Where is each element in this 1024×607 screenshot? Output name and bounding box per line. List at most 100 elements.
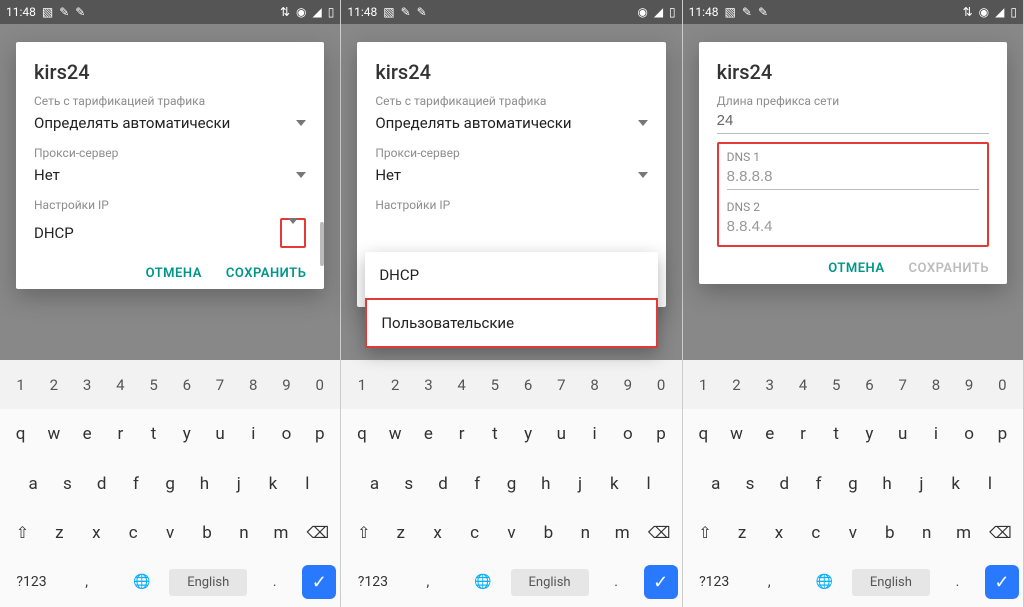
key-g[interactable]: g: [496, 466, 526, 502]
proxy-dropdown[interactable]: Нет: [34, 160, 306, 188]
metered-dropdown[interactable]: Определять автоматически: [375, 108, 647, 136]
key-0[interactable]: 0: [646, 368, 675, 402]
key-6[interactable]: 6: [172, 368, 201, 402]
key-2[interactable]: 2: [39, 368, 68, 402]
key-o[interactable]: o: [955, 416, 984, 452]
key-g[interactable]: g: [838, 466, 868, 502]
shift-key[interactable]: ⇧: [347, 515, 380, 550]
key-y[interactable]: y: [172, 416, 201, 452]
key-t[interactable]: t: [139, 416, 168, 452]
key-n[interactable]: n: [569, 515, 602, 551]
ip-settings-dropdown[interactable]: DHCP: [34, 212, 306, 252]
key-j[interactable]: j: [906, 466, 936, 502]
comma-key[interactable]: ,: [61, 566, 112, 598]
key-9[interactable]: 9: [272, 368, 301, 402]
key-4[interactable]: 4: [106, 368, 135, 402]
key-j[interactable]: j: [565, 466, 595, 502]
key-x[interactable]: x: [80, 515, 113, 551]
key-2[interactable]: 2: [381, 368, 410, 402]
prefix-length-input[interactable]: [717, 108, 989, 134]
key-b[interactable]: b: [873, 515, 906, 551]
key-r[interactable]: r: [106, 416, 135, 452]
key-n[interactable]: n: [910, 515, 943, 551]
save-button[interactable]: СОХРАНИТЬ: [226, 266, 306, 281]
key-v[interactable]: v: [154, 515, 187, 551]
key-a[interactable]: a: [359, 466, 389, 502]
key-7[interactable]: 7: [547, 368, 576, 402]
option-dhcp[interactable]: DHCP: [365, 252, 657, 298]
proxy-dropdown[interactable]: Нет: [375, 160, 647, 188]
key-s[interactable]: s: [52, 466, 82, 502]
key-q[interactable]: q: [347, 416, 376, 452]
key-w[interactable]: w: [39, 416, 68, 452]
key-q[interactable]: q: [6, 416, 35, 452]
key-o[interactable]: o: [272, 416, 301, 452]
key-8[interactable]: 8: [239, 368, 268, 402]
key-5[interactable]: 5: [822, 368, 851, 402]
dns2-input[interactable]: [727, 214, 979, 239]
period-key[interactable]: .: [591, 566, 642, 598]
key-u[interactable]: u: [547, 416, 576, 452]
globe-key[interactable]: 🌐: [116, 566, 167, 598]
key-8[interactable]: 8: [580, 368, 609, 402]
globe-key[interactable]: 🌐: [457, 566, 508, 598]
key-1[interactable]: 1: [347, 368, 376, 402]
soft-keyboard[interactable]: 1234567890 qwertyuiop asdfghjkl ⇧zxcvbnm…: [341, 360, 681, 607]
key-s[interactable]: s: [394, 466, 424, 502]
key-c[interactable]: c: [458, 515, 491, 551]
comma-key[interactable]: ,: [402, 566, 453, 598]
key-v[interactable]: v: [836, 515, 869, 551]
key-q[interactable]: q: [689, 416, 718, 452]
key-3[interactable]: 3: [755, 368, 784, 402]
key-a[interactable]: a: [18, 466, 48, 502]
key-u[interactable]: u: [888, 416, 917, 452]
key-i[interactable]: i: [580, 416, 609, 452]
key-b[interactable]: b: [532, 515, 565, 551]
key-w[interactable]: w: [381, 416, 410, 452]
scrollbar[interactable]: [320, 222, 324, 266]
comma-key[interactable]: ,: [744, 566, 795, 598]
key-m[interactable]: m: [947, 515, 980, 551]
key-1[interactable]: 1: [689, 368, 718, 402]
key-d[interactable]: d: [87, 466, 117, 502]
key-r[interactable]: r: [788, 416, 817, 452]
shift-key[interactable]: ⇧: [689, 515, 722, 550]
key-l[interactable]: l: [292, 466, 322, 502]
dns1-input[interactable]: [727, 164, 979, 190]
key-p[interactable]: p: [646, 416, 675, 452]
key-z[interactable]: z: [43, 515, 76, 551]
key-n[interactable]: n: [228, 515, 261, 551]
key-x[interactable]: x: [421, 515, 454, 551]
key-f[interactable]: f: [462, 466, 492, 502]
language-pill[interactable]: English: [852, 569, 930, 596]
key-z[interactable]: z: [726, 515, 759, 551]
key-x[interactable]: x: [763, 515, 796, 551]
key-z[interactable]: z: [384, 515, 417, 551]
key-9[interactable]: 9: [613, 368, 642, 402]
key-e[interactable]: e: [72, 416, 101, 452]
key-g[interactable]: g: [155, 466, 185, 502]
key-p[interactable]: p: [988, 416, 1017, 452]
key-7[interactable]: 7: [205, 368, 234, 402]
key-f[interactable]: f: [803, 466, 833, 502]
key-b[interactable]: b: [191, 515, 224, 551]
key-1[interactable]: 1: [6, 368, 35, 402]
key-k[interactable]: k: [258, 466, 288, 502]
key-c[interactable]: c: [799, 515, 832, 551]
soft-keyboard[interactable]: 1234567890 qwertyuiop asdfghjkl ⇧zxcvbnm…: [0, 360, 340, 607]
symbols-key[interactable]: ?123: [6, 566, 57, 598]
key-7[interactable]: 7: [888, 368, 917, 402]
key-h[interactable]: h: [189, 466, 219, 502]
key-l[interactable]: l: [975, 466, 1005, 502]
key-r[interactable]: r: [447, 416, 476, 452]
key-5[interactable]: 5: [139, 368, 168, 402]
backspace-key[interactable]: ⌫: [984, 515, 1017, 550]
key-t[interactable]: t: [822, 416, 851, 452]
key-m[interactable]: m: [264, 515, 297, 551]
key-a[interactable]: a: [701, 466, 731, 502]
key-6[interactable]: 6: [514, 368, 543, 402]
key-w[interactable]: w: [722, 416, 751, 452]
period-key[interactable]: .: [932, 566, 983, 598]
key-y[interactable]: y: [514, 416, 543, 452]
cancel-button[interactable]: ОТМЕНА: [828, 261, 884, 276]
